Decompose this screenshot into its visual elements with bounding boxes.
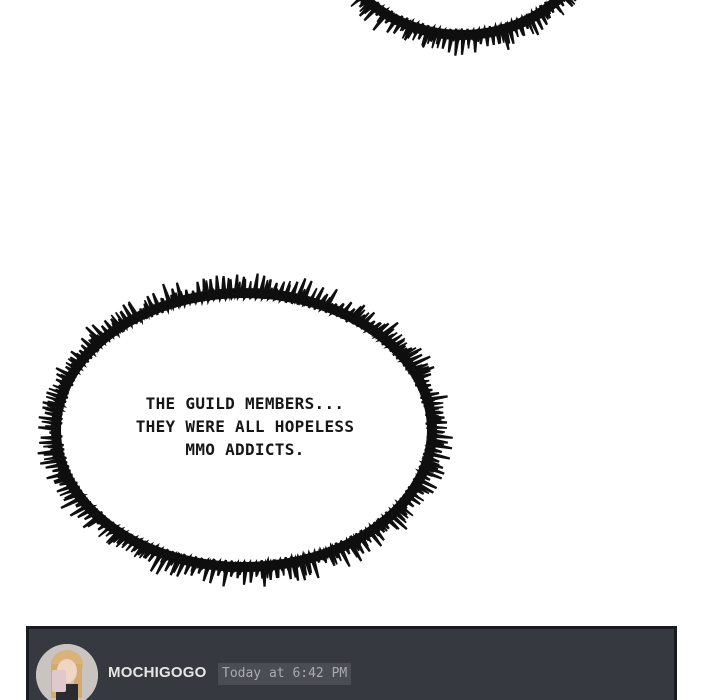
narration-line-2: THEY WERE ALL HOPELESS bbox=[135, 417, 355, 436]
message-timestamp: Today at 6:42 PM bbox=[218, 663, 352, 685]
webcomic-page: THE GUILD MEMBERS... THEY WERE ALL HOPEL… bbox=[0, 0, 720, 700]
top-burst-bubble bbox=[343, 0, 577, 56]
avatar[interactable] bbox=[36, 644, 98, 700]
username[interactable]: MOCHIGOGO bbox=[108, 664, 206, 681]
narration-line-3: MMO ADDICTS. bbox=[185, 440, 305, 459]
avatar-photo-icon bbox=[36, 644, 98, 700]
chat-message-panel bbox=[26, 626, 677, 700]
narration-line-1: THE GUILD MEMBERS... bbox=[145, 394, 345, 413]
burst-spikes bbox=[355, 0, 577, 56]
narration-text: THE GUILD MEMBERS... THEY WERE ALL HOPEL… bbox=[100, 392, 390, 461]
burst-core-ring bbox=[359, 0, 565, 40]
speech-bursts bbox=[37, 0, 577, 587]
burst-spikes-fine bbox=[343, 0, 576, 49]
